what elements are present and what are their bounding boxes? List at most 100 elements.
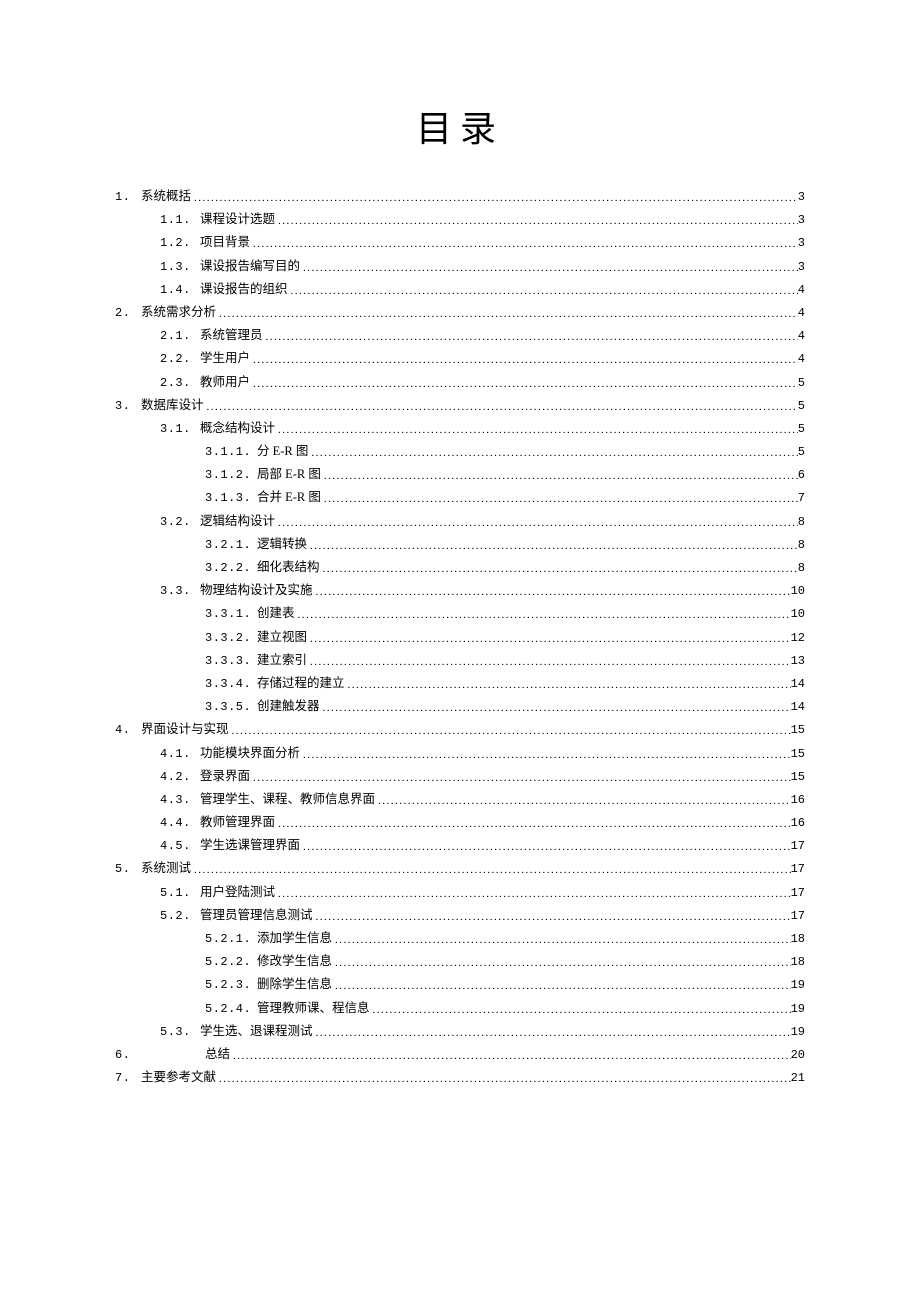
toc-entry-text: 课设报告编写目的 <box>196 260 300 273</box>
toc-leader-dots <box>321 471 798 482</box>
toc-entry-text: 细化表结构 <box>253 561 320 574</box>
toc-entry: 5.系统测试17 <box>115 862 805 875</box>
toc-entry-number: 3. <box>115 400 137 412</box>
toc-entry-number: 1. <box>115 191 137 203</box>
toc-leader-dots <box>230 1051 791 1062</box>
toc-entry-page: 21 <box>791 1072 805 1084</box>
toc-entry-number: 1.2. <box>160 237 196 249</box>
toc-entry-page: 13 <box>791 655 805 667</box>
toc-entry-page: 8 <box>798 539 805 551</box>
toc-entry-page: 7 <box>798 492 805 504</box>
toc-entry-text: 教师用户 <box>196 376 250 389</box>
toc-entry-page: 3 <box>798 237 805 249</box>
toc-entry-page: 3 <box>798 261 805 273</box>
toc-entry: 1.3.课设报告编写目的 3 <box>115 260 805 273</box>
toc-leader-dots <box>307 657 791 668</box>
toc-leader-dots <box>320 564 798 575</box>
toc-entry-number: 3.3.4. <box>205 678 253 690</box>
toc-entry-number: 3.2. <box>160 516 196 528</box>
toc-entry-page: 17 <box>791 863 805 875</box>
toc-entry: 5.2.2.修改学生信息 18 <box>115 955 805 968</box>
toc-entry-number: 2.1. <box>160 330 196 342</box>
toc-leader-dots <box>375 796 791 807</box>
toc-entry-page: 8 <box>798 562 805 574</box>
toc-entry-number: 5.1. <box>160 887 196 899</box>
toc-leader-dots <box>275 518 798 529</box>
toc-leader-dots <box>216 309 798 320</box>
toc-entry: 5.1.用户登陆测试 17 <box>115 886 805 899</box>
toc-entry-page: 8 <box>798 516 805 528</box>
toc-entry-page: 16 <box>791 817 805 829</box>
toc-entry-page: 3 <box>798 191 805 203</box>
toc-entry: 3.3.2.建立视图 12 <box>115 631 805 644</box>
toc-entry-text: 分 E-R 图 <box>253 445 308 458</box>
toc-leader-dots <box>313 912 791 923</box>
toc-entry-text: 管理学生、课程、教师信息界面 <box>196 793 375 806</box>
toc-leader-dots <box>307 634 791 645</box>
toc-entry-text: 系统管理员 <box>196 329 263 342</box>
toc-leader-dots <box>216 1074 791 1085</box>
toc-entry-number: 2. <box>115 307 137 319</box>
toc-entry-text: 添加学生信息 <box>253 932 332 945</box>
toc-entry-number: 3.2.1. <box>205 539 253 551</box>
toc-leader-dots <box>263 332 798 343</box>
toc-entry-number: 4.5. <box>160 840 196 852</box>
toc-entry: 3.1.1.分 E-R 图 5 <box>115 445 805 458</box>
toc-entry-page: 5 <box>798 377 805 389</box>
toc-entry-number: 5.3. <box>160 1026 196 1038</box>
toc-leader-dots <box>204 402 798 413</box>
toc-entry: 5.3.学生选、退课程测试 19 <box>115 1025 805 1038</box>
toc-entry-number: 3.2.2. <box>205 562 253 574</box>
toc-entry-page: 15 <box>791 724 805 736</box>
toc-entry-number: 3.1.1. <box>205 446 253 458</box>
toc-entry: 7.主要参考文献21 <box>115 1071 805 1084</box>
toc-leader-dots <box>332 935 791 946</box>
toc-entry-text: 逻辑结构设计 <box>196 515 275 528</box>
toc-entry-page: 17 <box>791 887 805 899</box>
toc-entry: 1.系统概括3 <box>115 190 805 203</box>
toc-leader-dots <box>250 355 798 366</box>
toc-entry-number: 5.2.4. <box>205 1003 253 1015</box>
toc-leader-dots <box>275 425 798 436</box>
toc-entry-text: 项目背景 <box>196 236 250 249</box>
toc-entry: 4.1.功能模块界面分析 15 <box>115 747 805 760</box>
toc-entry: 4.界面设计与实现15 <box>115 723 805 736</box>
toc-entry-page: 17 <box>791 840 805 852</box>
toc-entry-number: 5.2.1. <box>205 933 253 945</box>
toc-entry-page: 10 <box>791 608 805 620</box>
toc-entry-number: 4.3. <box>160 794 196 806</box>
toc-entry-number: 3.1.2. <box>205 469 253 481</box>
toc-entry-number: 4.1. <box>160 748 196 760</box>
toc-entry: 3.3.1.创建表10 <box>115 607 805 620</box>
toc-entry-text: 课设报告的组织 <box>196 283 288 296</box>
toc-entry: 5.2.管理员管理信息测试 17 <box>115 909 805 922</box>
toc-entry-text: 局部 E-R 图 <box>253 468 321 481</box>
toc-entry-text: 数据库设计 <box>137 399 204 412</box>
toc-entry: 3.数据库设计5 <box>115 399 805 412</box>
toc-entry-text: 学生选、退课程测试 <box>196 1025 313 1038</box>
toc-leader-dots <box>275 216 798 227</box>
toc-entry: 4.3.管理学生、课程、教师信息界面 16 <box>115 793 805 806</box>
table-of-contents: 1.系统概括31.1.课程设计选题31.2.项目背景31.3.课设报告编写目的 … <box>115 190 805 1084</box>
toc-entry: 1.2.项目背景 3 <box>115 236 805 249</box>
toc-entry-number: 3.1. <box>160 423 196 435</box>
toc-leader-dots <box>320 703 791 714</box>
toc-entry-number: 1.1. <box>160 214 196 226</box>
toc-leader-dots <box>321 494 798 505</box>
toc-entry-text: 建立视图 <box>253 631 307 644</box>
toc-entry-page: 5 <box>798 446 805 458</box>
toc-entry: 2.系统需求分析4 <box>115 306 805 319</box>
toc-entry-text: 概念结构设计 <box>196 422 275 435</box>
toc-entry-page: 4 <box>798 284 805 296</box>
toc-entry-text: 登录界面 <box>196 770 250 783</box>
toc-leader-dots <box>313 1028 791 1039</box>
toc-entry-number: 3.3.5. <box>205 701 253 713</box>
toc-entry: 3.3.4.存储过程的建立14 <box>115 677 805 690</box>
toc-entry-text: 总结 <box>137 1048 230 1061</box>
toc-entry-number: 2.3. <box>160 377 196 389</box>
toc-entry-number: 5.2. <box>160 910 196 922</box>
toc-leader-dots <box>300 842 791 853</box>
toc-entry-text: 建立索引 <box>253 654 307 667</box>
toc-leader-dots <box>250 379 798 390</box>
toc-entry-number: 5. <box>115 863 137 875</box>
